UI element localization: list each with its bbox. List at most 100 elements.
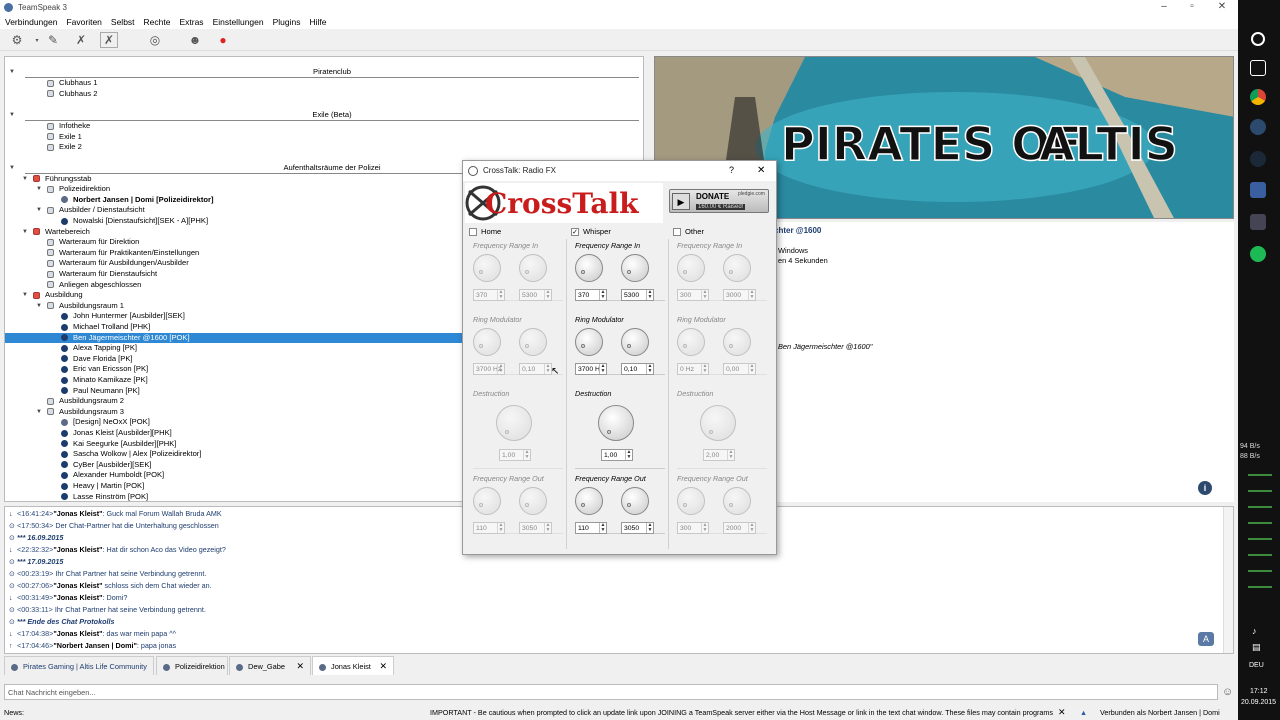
- hotkey-icon[interactable]: ●: [214, 32, 232, 48]
- net-speed-down: 88 B/s: [1240, 453, 1260, 460]
- knob-dial[interactable]: [598, 405, 634, 441]
- minimize-button[interactable]: –: [1150, 0, 1178, 15]
- donate-button[interactable]: ▶ DONATE pledgie.com 160.00 € Raised!: [669, 189, 769, 213]
- info-icon[interactable]: i: [1198, 481, 1212, 495]
- chat-sender[interactable]: "Jonas Kleist": [53, 509, 102, 518]
- expand-arrow-icon[interactable]: ▼: [35, 184, 43, 195]
- connect-icon[interactable]: ⚙: [8, 32, 26, 48]
- tree-row[interactable]: Clubhaus 1: [5, 78, 643, 89]
- knob-dial[interactable]: [621, 254, 649, 282]
- chat-tab[interactable]: Jonas Kleist ✕: [312, 656, 394, 675]
- spin-box[interactable]: 5300 ▲ ▼: [621, 289, 654, 301]
- channel-icon: [47, 185, 54, 193]
- spin-arrows-icon[interactable]: ▲ ▼: [646, 290, 653, 300]
- spin-box[interactable]: 370 ▲ ▼: [575, 289, 607, 301]
- knob-dial[interactable]: [575, 328, 603, 356]
- tree-row[interactable]: Exile 2: [5, 142, 643, 153]
- help-button[interactable]: ?: [729, 165, 734, 175]
- volume-icon[interactable]: ♪: [1252, 626, 1257, 636]
- menu-item[interactable]: Selbst: [111, 17, 135, 27]
- menu-item[interactable]: Hilfe: [310, 17, 327, 27]
- tab-close-icon[interactable]: ✕: [379, 657, 387, 676]
- tree-row[interactable]: Exile 1: [5, 132, 643, 143]
- mute-speaker-icon[interactable]: ✗: [100, 32, 118, 48]
- clock-time[interactable]: 17:12: [1250, 688, 1268, 695]
- away-icon[interactable]: ◎: [146, 32, 164, 48]
- search-icon[interactable]: [1251, 32, 1265, 46]
- emoticon-icon[interactable]: ☺: [1222, 686, 1233, 698]
- menu-item[interactable]: Verbindungen: [5, 17, 57, 27]
- maximize-button[interactable]: ▫: [1178, 0, 1206, 15]
- mute-mic-icon[interactable]: ✗: [72, 32, 90, 48]
- tray-icons[interactable]: [1248, 466, 1272, 592]
- disconnect-icon[interactable]: ✎: [44, 32, 62, 48]
- chat-tab[interactable]: Dew_Gabe ✕: [229, 656, 311, 675]
- spin-box[interactable]: 3050 ▲ ▼: [621, 522, 654, 534]
- chat-tab[interactable]: Pirates Gaming | Altis Life Community: [4, 656, 154, 675]
- chat-timestamp: <17:04:46>: [17, 641, 54, 650]
- chat-sender[interactable]: "Jonas Kleist": [53, 629, 102, 638]
- knob-indicator: [683, 270, 687, 274]
- menu-item[interactable]: Rechte: [144, 17, 171, 27]
- expand-arrow-icon[interactable]: ▼: [35, 205, 43, 216]
- translate-icon[interactable]: A: [1198, 632, 1214, 646]
- menu-item[interactable]: Extras: [179, 17, 203, 27]
- chat-input[interactable]: Chat Nachricht eingeben...: [4, 684, 1218, 700]
- knob-dial[interactable]: [621, 328, 649, 356]
- channel-name: Exile 2: [59, 142, 82, 152]
- knob-dial[interactable]: [621, 487, 649, 515]
- dialog-close-button[interactable]: ✕: [757, 165, 765, 176]
- channel-icon: [33, 175, 40, 183]
- contacts-icon[interactable]: ☻: [186, 32, 204, 48]
- notification-icon[interactable]: ▤: [1252, 642, 1261, 653]
- chat-tab[interactable]: Polizeidirektion: [156, 656, 228, 675]
- knob-dial[interactable]: [575, 487, 603, 515]
- expand-arrow-icon[interactable]: ▼: [35, 407, 43, 418]
- expand-arrow-icon[interactable]: ▼: [35, 301, 43, 312]
- chat-sender[interactable]: "Jonas Kleist": [53, 593, 102, 602]
- channel-spacer[interactable]: Piratenclub: [25, 66, 639, 78]
- spin-arrows-icon[interactable]: ▲ ▼: [646, 523, 653, 533]
- menu-item[interactable]: Favoriten: [66, 17, 101, 27]
- spin-arrows-icon[interactable]: ▲ ▼: [646, 364, 653, 374]
- spin-box[interactable]: 3700 H ▲ ▼: [575, 363, 607, 375]
- close-button[interactable]: ✕: [1208, 0, 1236, 15]
- menu-item[interactable]: Einstellungen: [213, 17, 264, 27]
- teamspeak-task-icon[interactable]: [1250, 119, 1266, 135]
- tree-row[interactable]: Infotheke: [5, 121, 643, 132]
- tab-close-icon[interactable]: ✕: [296, 657, 304, 676]
- expand-arrow-icon[interactable]: ▼: [21, 227, 29, 238]
- chat-sender[interactable]: "Jonas Kleist": [53, 581, 102, 590]
- knob-dial[interactable]: [575, 254, 603, 282]
- spin-box[interactable]: 0,10 ▲ ▼: [621, 363, 654, 375]
- app2-icon[interactable]: [1250, 214, 1266, 230]
- raised-label: 160.00 € Raised!: [696, 204, 746, 210]
- spin-arrows-icon[interactable]: ▲ ▼: [599, 523, 606, 533]
- chat-sender[interactable]: "Norbert Jansen | Domi": [53, 641, 137, 650]
- steam-icon[interactable]: [1250, 151, 1266, 167]
- menu-item[interactable]: Plugins: [273, 17, 301, 27]
- spin-arrows-icon[interactable]: ▲ ▼: [625, 450, 632, 460]
- expand-arrow-icon[interactable]: ▼: [21, 174, 29, 185]
- channel-icon: [47, 270, 54, 278]
- task-view-icon[interactable]: [1250, 60, 1266, 76]
- chat-scrollbar[interactable]: [1223, 507, 1233, 653]
- knob-indicator: [627, 503, 631, 507]
- app-icon[interactable]: [1250, 182, 1266, 198]
- collapse-arrow-icon[interactable]: ▼: [9, 112, 15, 118]
- tree-row[interactable]: Clubhaus 2: [5, 89, 643, 100]
- spotify-icon[interactable]: [1250, 246, 1266, 262]
- expand-arrow-icon[interactable]: ▼: [21, 290, 29, 301]
- language-indicator[interactable]: DEU: [1249, 662, 1264, 669]
- spin-box[interactable]: 1,00 ▲ ▼: [601, 449, 633, 461]
- spin-box[interactable]: 110 ▲ ▼: [575, 522, 607, 534]
- spin-arrows-icon[interactable]: ▲ ▼: [599, 290, 606, 300]
- collapse-arrow-icon[interactable]: ▼: [9, 165, 15, 171]
- spin-arrows-icon[interactable]: ▲ ▼: [599, 364, 606, 374]
- close-news-icon[interactable]: ✕: [1058, 705, 1066, 720]
- channel-spacer[interactable]: Exile (Beta): [25, 109, 639, 121]
- chat-sender[interactable]: "Jonas Kleist": [53, 545, 102, 554]
- chrome-icon[interactable]: [1250, 89, 1266, 105]
- clock-date[interactable]: 20.09.2015: [1241, 699, 1276, 706]
- collapse-arrow-icon[interactable]: ▼: [9, 69, 15, 75]
